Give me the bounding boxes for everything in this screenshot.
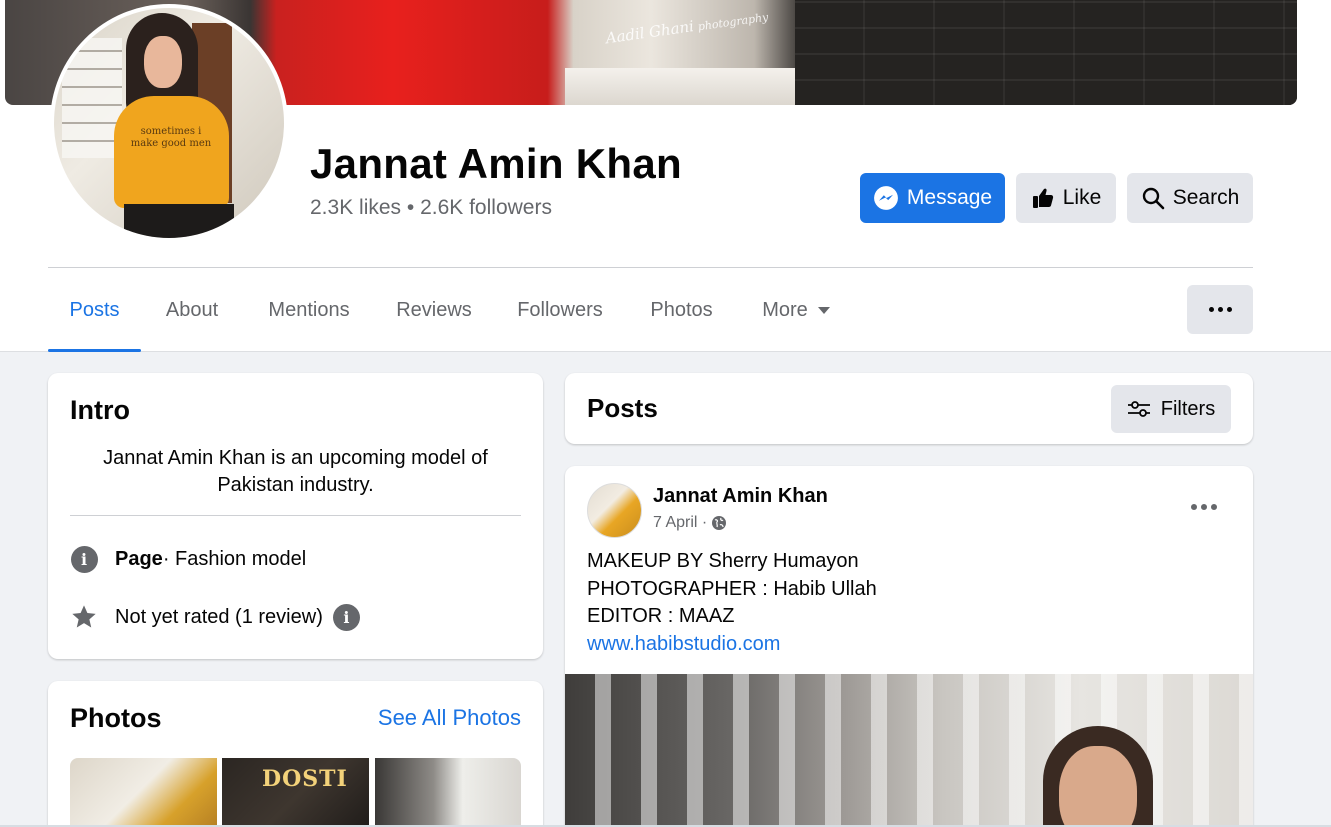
info-icon-glyph: i [70, 545, 98, 573]
avatar-window [62, 38, 122, 158]
thumbs-up-icon [1032, 188, 1053, 208]
avatar-face [144, 36, 182, 88]
info-icon: i [70, 545, 98, 573]
photos-card: Photos See All Photos DOSTI [48, 681, 543, 827]
tab-posts[interactable]: Posts [48, 268, 141, 352]
post-options-button[interactable] [1191, 504, 1217, 510]
page-header: Aadil Ghani photography sometimes i make … [0, 0, 1331, 352]
avatar-legs [124, 204, 234, 238]
intro-page-category: i Page · Fashion model [70, 545, 306, 573]
filter-sliders-icon [1127, 401, 1150, 417]
photo-thumbnail[interactable] [375, 758, 521, 827]
post-author-name[interactable]: Jannat Amin Khan [653, 485, 828, 508]
page-stats[interactable]: 2.3K likes • 2.6K followers [310, 196, 552, 220]
cover-brick-wall [795, 0, 1297, 105]
like-button[interactable]: Like [1016, 173, 1116, 223]
avatar-shirt: sometimes i make good men [114, 96, 229, 208]
post-date[interactable]: 7 April · [653, 514, 707, 532]
star-icon-svg [72, 605, 96, 628]
intro-card: Intro Jannat Amin Khan is an upcoming mo… [48, 373, 543, 659]
profile-picture[interactable]: sometimes i make good men [50, 4, 288, 242]
post-image[interactable] [565, 674, 1253, 827]
rating-text: Not yet rated (1 review) [115, 605, 323, 628]
watermark-text: Aadil Ghani [604, 17, 695, 48]
page-title: Jannat Amin Khan [310, 140, 682, 187]
post-image-face [1059, 746, 1137, 827]
see-all-photos-link[interactable]: See All Photos [378, 705, 521, 731]
star-icon [70, 603, 98, 631]
intro-rating: Not yet rated (1 review) i [70, 603, 360, 631]
message-button-label: Message [906, 186, 993, 209]
profile-picture-image: sometimes i make good men [54, 8, 284, 238]
globe-icon [712, 516, 727, 530]
posts-title: Posts [587, 393, 658, 423]
filters-label: Filters [1160, 397, 1216, 420]
posts-header-card: Posts Filters [565, 373, 1253, 444]
more-options-button[interactable] [1187, 285, 1253, 334]
post-line: MAKEUP BY Sherry Humayon [587, 550, 859, 572]
rating-info-icon[interactable]: i [332, 603, 360, 631]
dot-icon [1217, 307, 1223, 312]
like-button-label: Like [1062, 186, 1102, 209]
tab-more[interactable]: More [736, 268, 856, 352]
messenger-icon [873, 186, 898, 210]
search-icon [1142, 187, 1165, 210]
tab-more-label: More [762, 299, 808, 321]
page-label: Page [115, 547, 163, 570]
photo-thumbnail[interactable] [70, 758, 217, 827]
page-category[interactable]: · Fashion model [163, 548, 306, 571]
tab-photos[interactable]: Photos [627, 268, 736, 352]
watermark-sub: photography [696, 10, 770, 34]
post-author-avatar[interactable] [587, 483, 642, 538]
filters-button[interactable]: Filters [1111, 385, 1231, 433]
cover-watermark: Aadil Ghani photography [605, 7, 770, 48]
dot-icon [1226, 307, 1232, 312]
tab-followers[interactable]: Followers [493, 268, 627, 352]
post-meta: 7 April · [653, 514, 727, 532]
thumbnail-sign-text: DOSTI [262, 766, 348, 792]
search-button[interactable]: Search [1127, 173, 1253, 223]
dot-icon [1191, 504, 1197, 510]
photos-title: Photos [70, 703, 162, 733]
caret-down-icon [817, 307, 830, 315]
dot-icon [1208, 307, 1214, 312]
message-button[interactable]: Message [860, 173, 1005, 223]
post-card: Jannat Amin Khan 7 April · MAKEUP BY She… [565, 466, 1253, 827]
tab-about[interactable]: About [141, 268, 243, 352]
intro-title: Intro [70, 395, 130, 425]
post-body: MAKEUP BY Sherry Humayon PHOTOGRAPHER : … [587, 548, 877, 658]
cover-bench [565, 68, 827, 105]
post-line: PHOTOGRAPHER : Habib Ullah [587, 577, 877, 600]
post-line: EDITOR : MAAZ [587, 605, 735, 627]
dot-icon [1201, 504, 1207, 510]
intro-divider [70, 515, 521, 516]
intro-bio: Jannat Amin Khan is an upcoming model of… [103, 447, 488, 496]
search-button-label: Search [1172, 186, 1240, 209]
tab-mentions[interactable]: Mentions [243, 268, 375, 352]
dot-icon [1211, 504, 1217, 510]
photo-thumbnail[interactable]: DOSTI [222, 758, 369, 827]
post-link[interactable]: www.habibstudio.com [587, 631, 877, 659]
avatar-shirt-text: sometimes i make good men [130, 126, 212, 149]
tab-reviews[interactable]: Reviews [375, 268, 493, 352]
